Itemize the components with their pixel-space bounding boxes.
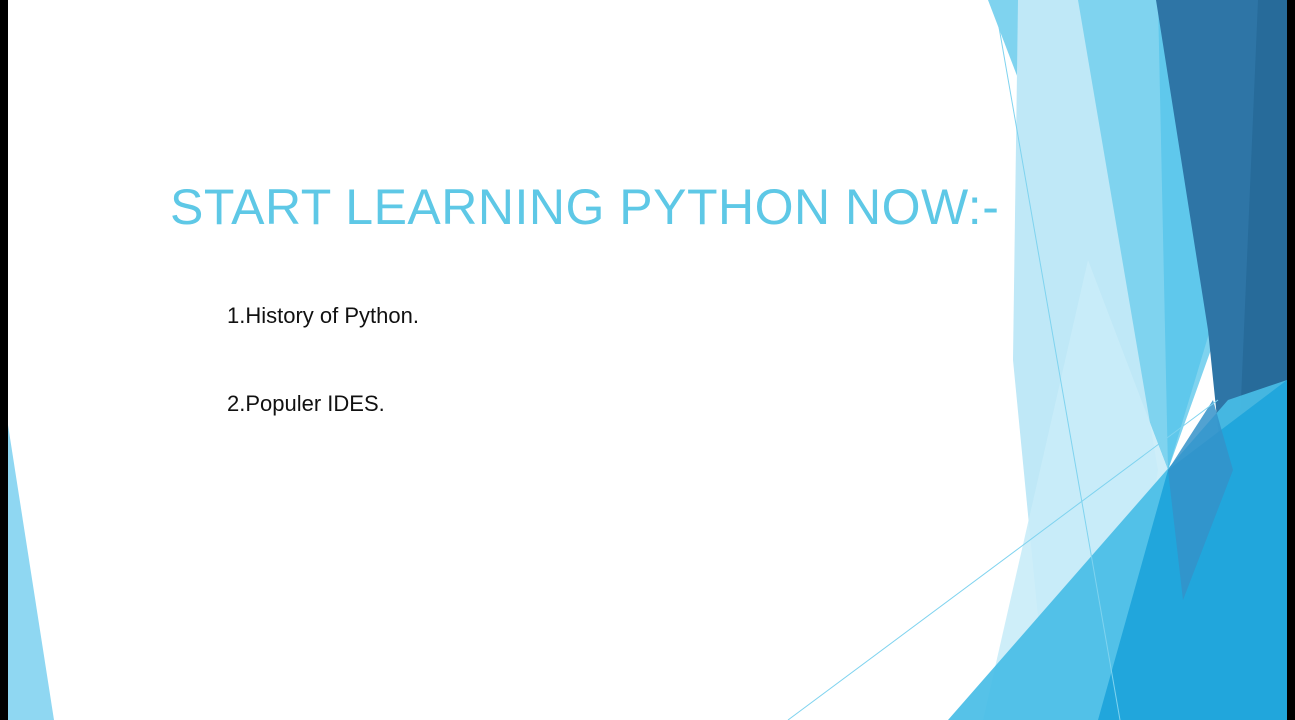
bullet-item: 1.History of Python. [227,303,419,328]
decor-shape-left-sliver [8,425,54,720]
slide-canvas: START LEARNING PYTHON NOW:- 1.History of… [8,0,1287,720]
presentation-screen: START LEARNING PYTHON NOW:- 1.History of… [0,0,1295,720]
slide-title: START LEARNING PYTHON NOW:- [170,179,1000,235]
slide-decoration [8,0,1287,720]
bullet-item: 2.Populer IDES. [227,391,385,416]
